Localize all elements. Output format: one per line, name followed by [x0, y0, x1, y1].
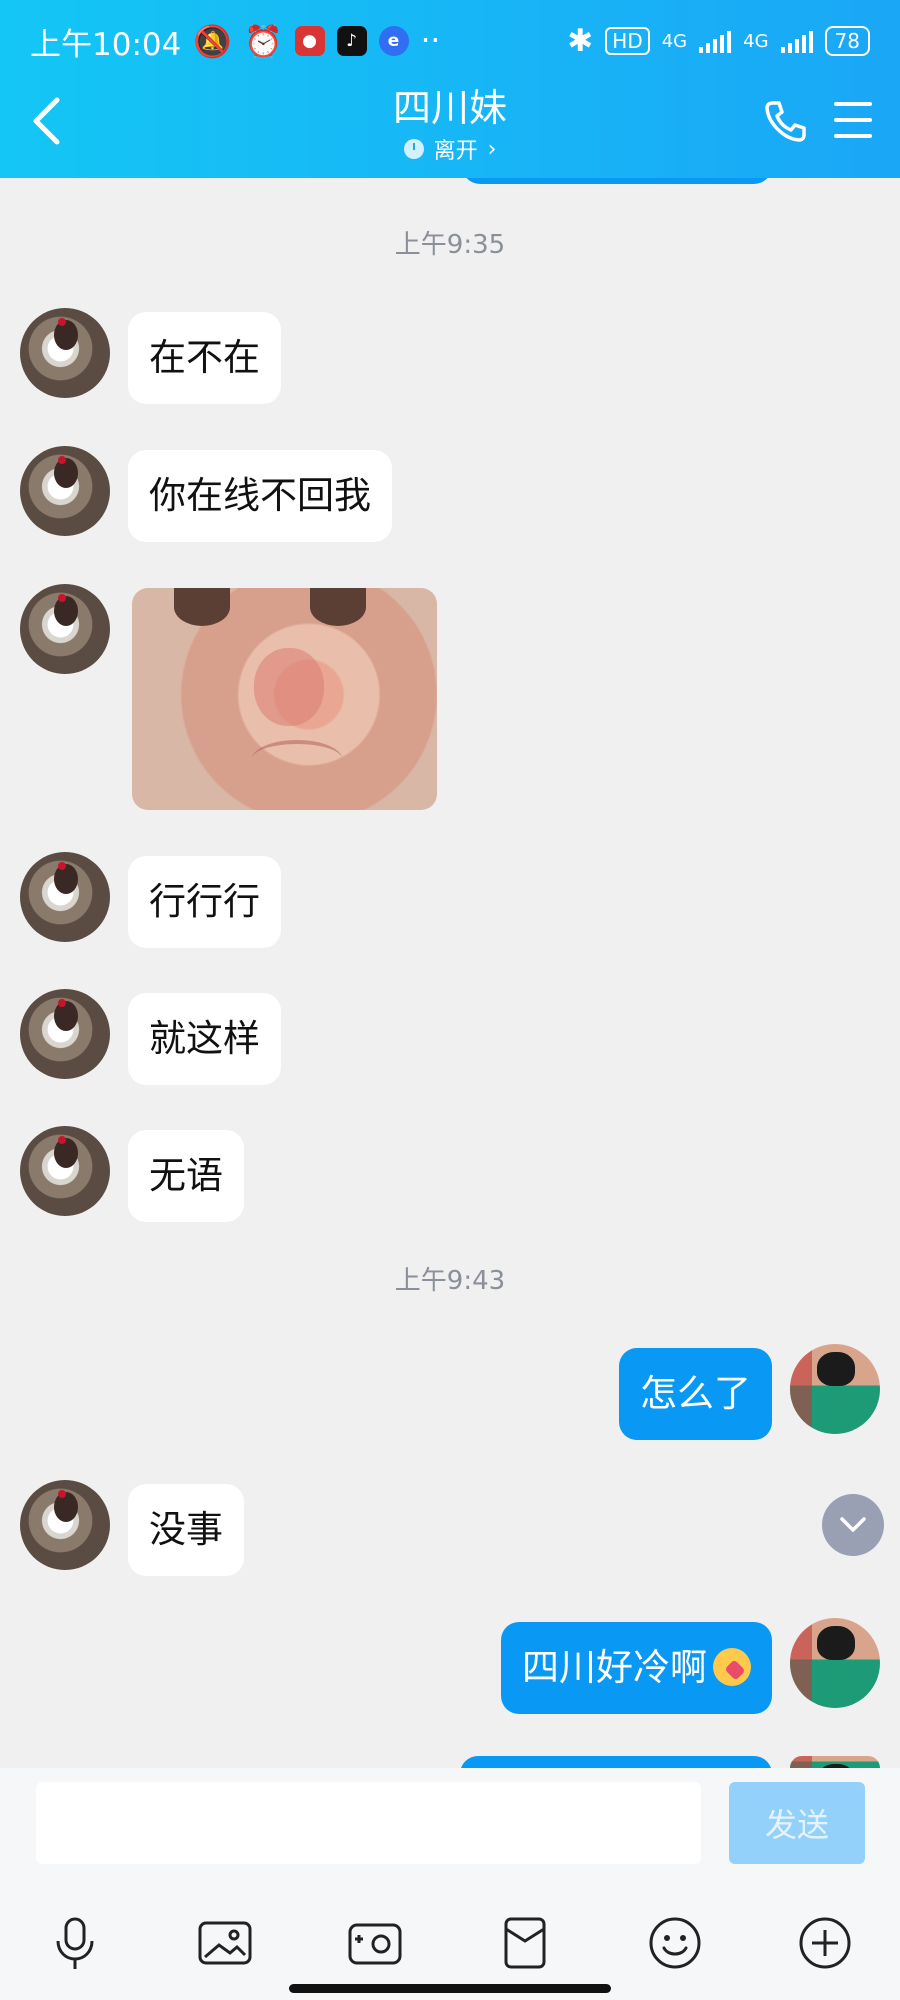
outgoing-message-text: 四川好冷啊 — [522, 1646, 707, 1689]
signal-icon-2 — [780, 29, 813, 53]
network-type-4g: 4G — [661, 30, 688, 52]
chevron-down-icon — [840, 1517, 866, 1532]
smile-icon — [649, 1917, 701, 1969]
composer-toolbar — [0, 1908, 900, 1978]
timestamp: 上午9:35 — [394, 230, 506, 260]
message-list[interactable]: 上午9:35 在不在 你在线不回我 行行行 就这样 无语 上午9:43 怎么了 … — [0, 178, 900, 1768]
voice-button[interactable] — [43, 1911, 107, 1975]
hd-icon: HD — [605, 27, 650, 55]
clock-icon — [403, 139, 424, 159]
contact-avatar[interactable] — [20, 446, 110, 536]
outgoing-message-with-emoji[interactable]: 四川好冷啊 — [501, 1622, 772, 1714]
red-packet-button[interactable] — [493, 1911, 557, 1975]
red-packet-icon — [504, 1917, 546, 1969]
my-avatar[interactable] — [790, 1344, 880, 1434]
message-input[interactable] — [36, 1782, 701, 1864]
tiktok-icon: ♪ — [336, 26, 367, 56]
composer: 发送 — [0, 1768, 900, 2000]
incoming-image-message[interactable] — [132, 588, 437, 810]
send-button[interactable]: 发送 — [729, 1782, 865, 1864]
microphone-icon — [56, 1917, 94, 1969]
browser-icon: e — [378, 26, 409, 56]
timestamp: 上午9:43 — [394, 1266, 506, 1296]
network-type-4g-2: 4G — [743, 30, 769, 52]
emoji-icon — [713, 1647, 751, 1686]
image-icon — [198, 1921, 252, 1965]
bluetooth-icon: ✱ — [567, 23, 594, 59]
contact-avatar[interactable] — [20, 852, 110, 942]
presence-arrow: › — [487, 136, 497, 162]
alarm-icon: ⏰ — [243, 23, 283, 60]
phone-icon — [765, 101, 806, 142]
outgoing-message[interactable]: 怎么了 — [619, 1348, 772, 1440]
contact-avatar[interactable] — [20, 584, 110, 674]
incoming-message[interactable]: 无语 — [128, 1130, 244, 1222]
home-indicator[interactable] — [289, 1984, 611, 1993]
incoming-message[interactable]: 就这样 — [128, 993, 281, 1085]
presence-status[interactable]: 离开 › — [403, 133, 497, 165]
partial-outgoing-bubble-top — [462, 178, 772, 184]
scroll-to-bottom-button[interactable] — [822, 1494, 884, 1556]
status-bar: 上午10:04 🔕 ⏰ ● ♪ e ·· ✱ HD 4G 4G 78 — [30, 18, 870, 64]
more-notifications-icon: ·· — [420, 23, 441, 59]
menu-button[interactable] — [834, 102, 872, 138]
contact-avatar[interactable] — [20, 308, 110, 398]
incoming-message[interactable]: 行行行 — [128, 856, 281, 948]
gallery-button[interactable] — [193, 1911, 257, 1975]
my-avatar[interactable] — [790, 1618, 880, 1708]
contact-avatar[interactable] — [20, 989, 110, 1079]
camera-icon — [348, 1923, 402, 1965]
emoji-button[interactable] — [643, 1911, 707, 1975]
presence-label: 离开 — [433, 139, 478, 164]
plus-icon — [799, 1917, 851, 1969]
partial-outgoing-bubble-bottom — [460, 1756, 772, 1768]
battery-icon: 78 — [824, 26, 870, 56]
status-time: 上午10:04 — [30, 26, 182, 63]
contact-avatar[interactable] — [20, 1126, 110, 1216]
chat-header: 上午10:04 🔕 ⏰ ● ♪ e ·· ✱ HD 4G 4G 78 四川妹 离… — [0, 0, 900, 178]
music-app-icon: ● — [294, 26, 325, 56]
mute-bell-icon: 🔕 — [193, 23, 232, 60]
voice-call-button[interactable] — [762, 98, 808, 144]
incoming-message[interactable]: 你在线不回我 — [128, 450, 392, 542]
contact-avatar[interactable] — [20, 1480, 110, 1570]
signal-icon — [699, 29, 732, 53]
menu-icon — [834, 102, 872, 106]
incoming-message[interactable]: 没事 — [128, 1484, 244, 1576]
incoming-message[interactable]: 在不在 — [128, 312, 281, 404]
more-button[interactable] — [793, 1911, 857, 1975]
my-avatar-partial — [790, 1756, 880, 1768]
camera-button[interactable] — [343, 1911, 407, 1975]
